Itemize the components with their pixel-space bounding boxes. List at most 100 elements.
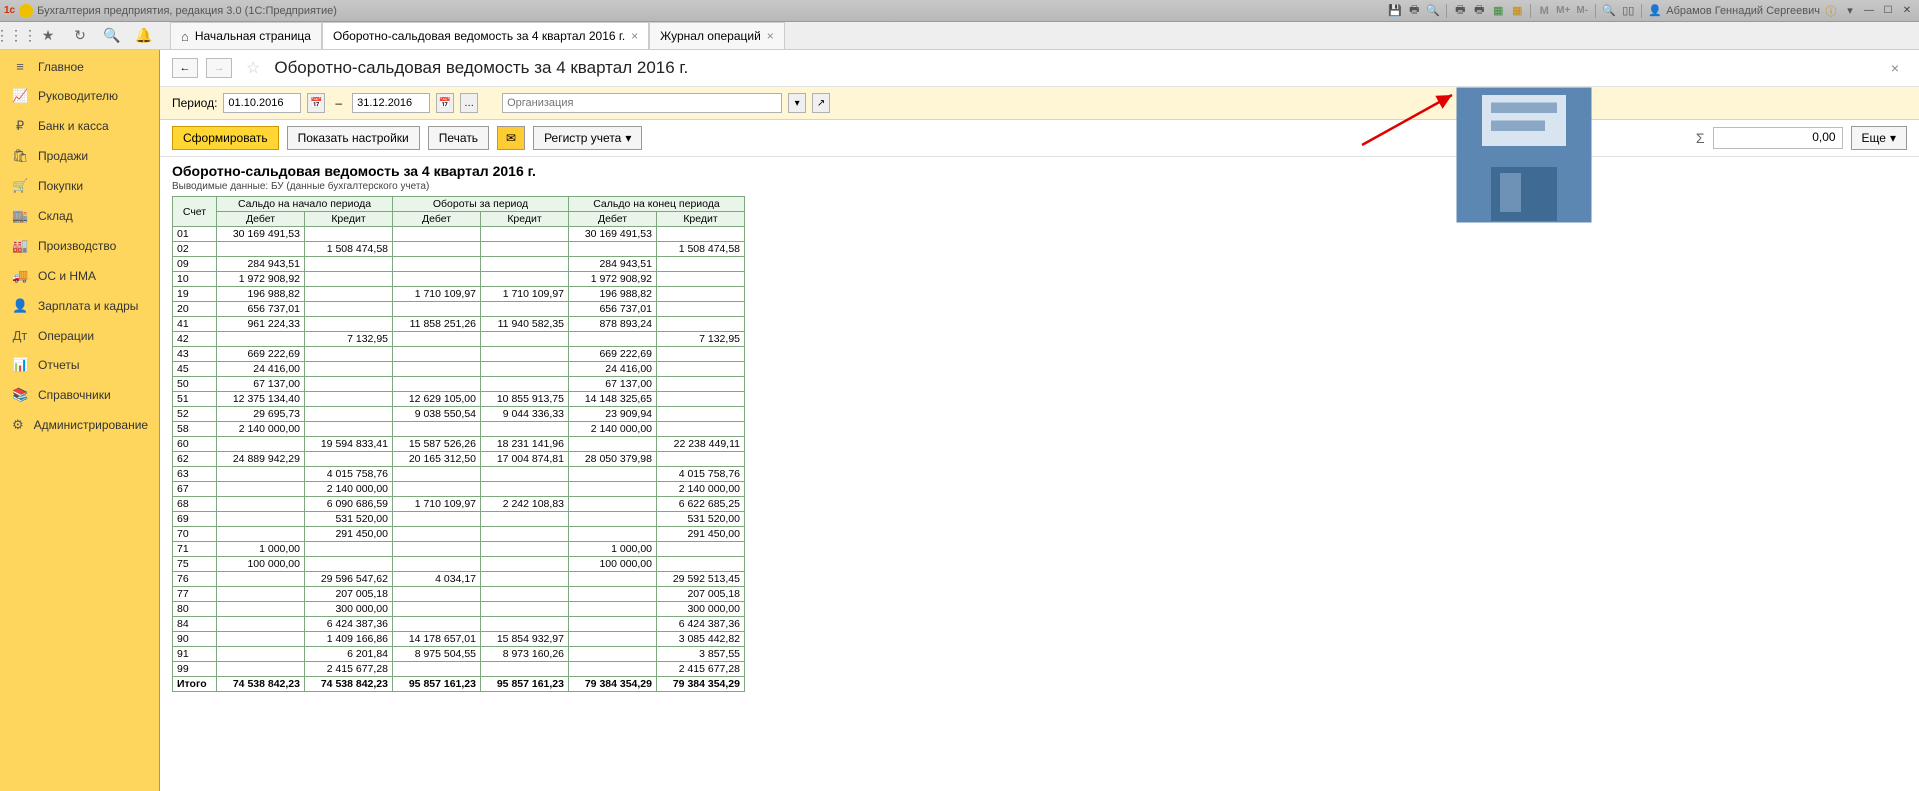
- cell: [569, 332, 657, 347]
- date-to-input[interactable]: [352, 93, 430, 113]
- table-row[interactable]: 582 140 000,002 140 000,00: [173, 422, 745, 437]
- table-row[interactable]: 916 201,848 975 504,558 973 160,263 857,…: [173, 647, 745, 662]
- table-row[interactable]: 6019 594 833,4115 587 526,2618 231 141,9…: [173, 437, 745, 452]
- email-button[interactable]: ✉: [497, 126, 525, 150]
- apps-icon[interactable]: ⋮⋮⋮: [6, 26, 26, 46]
- sidebar-item[interactable]: 🚚ОС и НМА: [0, 261, 159, 291]
- print-icon[interactable]: 🖶: [1406, 3, 1422, 19]
- printer2-icon[interactable]: 🖶: [1452, 3, 1468, 19]
- save-icon[interactable]: 💾: [1387, 3, 1403, 19]
- tab-close-icon[interactable]: ×: [767, 29, 774, 43]
- table-row[interactable]: 20656 737,01656 737,01: [173, 302, 745, 317]
- sidebar: ≡Главное📈Руководителю₽Банк и касса🛍Прода…: [0, 50, 160, 791]
- sidebar-item[interactable]: ⚙Администрирование: [0, 410, 159, 440]
- org-dropdown-icon[interactable]: ▾: [788, 93, 806, 113]
- table-row[interactable]: 634 015 758,764 015 758,76: [173, 467, 745, 482]
- sidebar-item[interactable]: ДтОперации: [0, 321, 159, 350]
- tab-home[interactable]: ⌂ Начальная страница: [170, 22, 322, 49]
- cell: 19 594 833,41: [305, 437, 393, 452]
- bell-icon[interactable]: 🔔: [134, 26, 154, 46]
- table-row[interactable]: 992 415 677,282 415 677,28: [173, 662, 745, 677]
- cell: 1 710 109,97: [393, 497, 481, 512]
- cell: [481, 242, 569, 257]
- date-from-picker-icon[interactable]: 📅: [307, 93, 325, 113]
- table-row[interactable]: 43669 222,69669 222,69: [173, 347, 745, 362]
- table-row[interactable]: 77207 005,18207 005,18: [173, 587, 745, 602]
- sidebar-item[interactable]: 🛒Покупки: [0, 171, 159, 201]
- table-row[interactable]: 69531 520,00531 520,00: [173, 512, 745, 527]
- dropdown-icon[interactable]: ▾: [1842, 3, 1858, 19]
- cell: [217, 242, 305, 257]
- table-row[interactable]: 101 972 908,921 972 908,92: [173, 272, 745, 287]
- registry-button[interactable]: Регистр учета ▾: [533, 126, 642, 150]
- sidebar-item[interactable]: 📊Отчеты: [0, 350, 159, 380]
- minimize-button[interactable]: —: [1861, 4, 1877, 18]
- search-icon[interactable]: 🔍: [102, 26, 122, 46]
- calc-icon[interactable]: ▦: [1509, 3, 1525, 19]
- table-row[interactable]: 6224 889 942,2920 165 312,5017 004 874,8…: [173, 452, 745, 467]
- table-row[interactable]: 70291 450,00291 450,00: [173, 527, 745, 542]
- close-button[interactable]: ✕: [1899, 4, 1915, 18]
- date-to-picker-icon[interactable]: 📅: [436, 93, 454, 113]
- table-row[interactable]: 7629 596 547,624 034,1729 592 513,45: [173, 572, 745, 587]
- print-button[interactable]: Печать: [428, 126, 489, 150]
- organization-input[interactable]: [502, 93, 782, 113]
- sidebar-item[interactable]: 👤Зарплата и кадры: [0, 291, 159, 321]
- cell: [481, 272, 569, 287]
- table-row[interactable]: 75100 000,00100 000,00: [173, 557, 745, 572]
- table-row[interactable]: 19196 988,821 710 109,971 710 109,97196 …: [173, 287, 745, 302]
- table-row[interactable]: 5112 375 134,4012 629 105,0010 855 913,7…: [173, 392, 745, 407]
- period-select-button[interactable]: …: [460, 93, 478, 113]
- tab-journal[interactable]: Журнал операций ×: [649, 22, 785, 49]
- table-row[interactable]: 846 424 387,366 424 387,36: [173, 617, 745, 632]
- tab-close-icon[interactable]: ×: [631, 29, 638, 43]
- table-row[interactable]: 672 140 000,002 140 000,00: [173, 482, 745, 497]
- cell: [481, 617, 569, 632]
- history-icon[interactable]: ↻: [70, 26, 90, 46]
- table-row[interactable]: 09284 943,51284 943,51: [173, 257, 745, 272]
- calendar-icon[interactable]: ▦: [1490, 3, 1506, 19]
- forward-button[interactable]: →: [206, 58, 232, 78]
- table-row[interactable]: 41961 224,3311 858 251,2611 940 582,3587…: [173, 317, 745, 332]
- tab-report[interactable]: Оборотно-сальдовая ведомость за 4 кварта…: [322, 22, 649, 49]
- maximize-button[interactable]: ☐: [1880, 4, 1896, 18]
- table-row[interactable]: 686 090 686,591 710 109,972 242 108,836 …: [173, 497, 745, 512]
- cell: [569, 527, 657, 542]
- table-row[interactable]: 0130 169 491,5330 169 491,53: [173, 227, 745, 242]
- sidebar-item[interactable]: 🛍Продажи: [0, 141, 159, 171]
- show-settings-button[interactable]: Показать настройки: [287, 126, 420, 150]
- sidebar-item[interactable]: 📈Руководителю: [0, 81, 159, 111]
- m-plus-icon[interactable]: M+: [1555, 3, 1571, 19]
- table-row[interactable]: 427 132,957 132,95: [173, 332, 745, 347]
- sidebar-item[interactable]: ₽Банк и касса: [0, 111, 159, 141]
- favorite-icon[interactable]: ☆: [246, 58, 260, 78]
- table-row[interactable]: 5229 695,739 038 550,549 044 336,3323 90…: [173, 407, 745, 422]
- cell: [657, 227, 745, 242]
- form-button[interactable]: Сформировать: [172, 126, 279, 150]
- table-row[interactable]: 021 508 474,581 508 474,58: [173, 242, 745, 257]
- cell: [657, 452, 745, 467]
- sidebar-item[interactable]: 🏬Склад: [0, 201, 159, 231]
- zoom-icon[interactable]: 🔍: [1601, 3, 1617, 19]
- table-row[interactable]: 5067 137,0067 137,00: [173, 377, 745, 392]
- m-minus-icon[interactable]: M-: [1574, 3, 1590, 19]
- back-button[interactable]: ←: [172, 58, 198, 78]
- more-button[interactable]: Еще ▾: [1851, 126, 1907, 150]
- printer3-icon[interactable]: 🖶: [1471, 3, 1487, 19]
- sidebar-item[interactable]: 🏭Производство: [0, 231, 159, 261]
- table-row[interactable]: 4524 416,0024 416,00: [173, 362, 745, 377]
- table-row[interactable]: 80300 000,00300 000,00: [173, 602, 745, 617]
- close-page-button[interactable]: ×: [1883, 60, 1907, 76]
- preview-icon[interactable]: 🔍: [1425, 3, 1441, 19]
- info-icon[interactable]: ⓘ: [1823, 3, 1839, 19]
- org-open-button[interactable]: ↗: [812, 93, 830, 113]
- star-icon[interactable]: ★: [38, 26, 58, 46]
- sidebar-item[interactable]: ≡Главное: [0, 52, 159, 81]
- cell: [481, 512, 569, 527]
- m-icon[interactable]: M: [1536, 3, 1552, 19]
- date-from-input[interactable]: [223, 93, 301, 113]
- table-row[interactable]: 901 409 166,8614 178 657,0115 854 932,97…: [173, 632, 745, 647]
- panel-icon[interactable]: ▯▯: [1620, 3, 1636, 19]
- table-row[interactable]: 711 000,001 000,00: [173, 542, 745, 557]
- sidebar-item[interactable]: 📚Справочники: [0, 380, 159, 410]
